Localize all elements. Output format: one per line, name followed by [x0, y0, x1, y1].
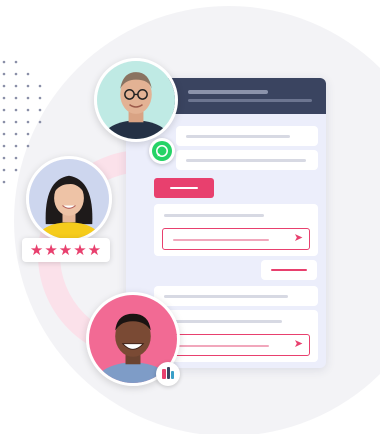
send-arrow-icon[interactable]: ➤	[294, 232, 303, 244]
star-rating: ★★★★★	[22, 238, 110, 262]
avatar-man-glasses	[94, 58, 178, 142]
reply-input[interactable]: ➤	[162, 228, 310, 250]
message-bubble	[176, 150, 318, 170]
app-logo-icon	[156, 362, 180, 386]
illustration: ➤ ➤ ★★★★★	[0, 0, 380, 434]
reply-input[interactable]: ➤	[162, 334, 310, 356]
header-title-placeholder	[188, 90, 268, 94]
outgoing-message	[261, 260, 317, 280]
whatsapp-icon	[149, 138, 175, 164]
message-bubble	[176, 126, 318, 146]
avatar-woman	[26, 156, 112, 242]
reply-button[interactable]	[154, 178, 214, 198]
message-card: ➤	[154, 204, 318, 256]
send-arrow-icon[interactable]: ➤	[294, 338, 303, 350]
header-subtitle-placeholder	[188, 99, 312, 102]
message-bubble	[154, 286, 318, 306]
